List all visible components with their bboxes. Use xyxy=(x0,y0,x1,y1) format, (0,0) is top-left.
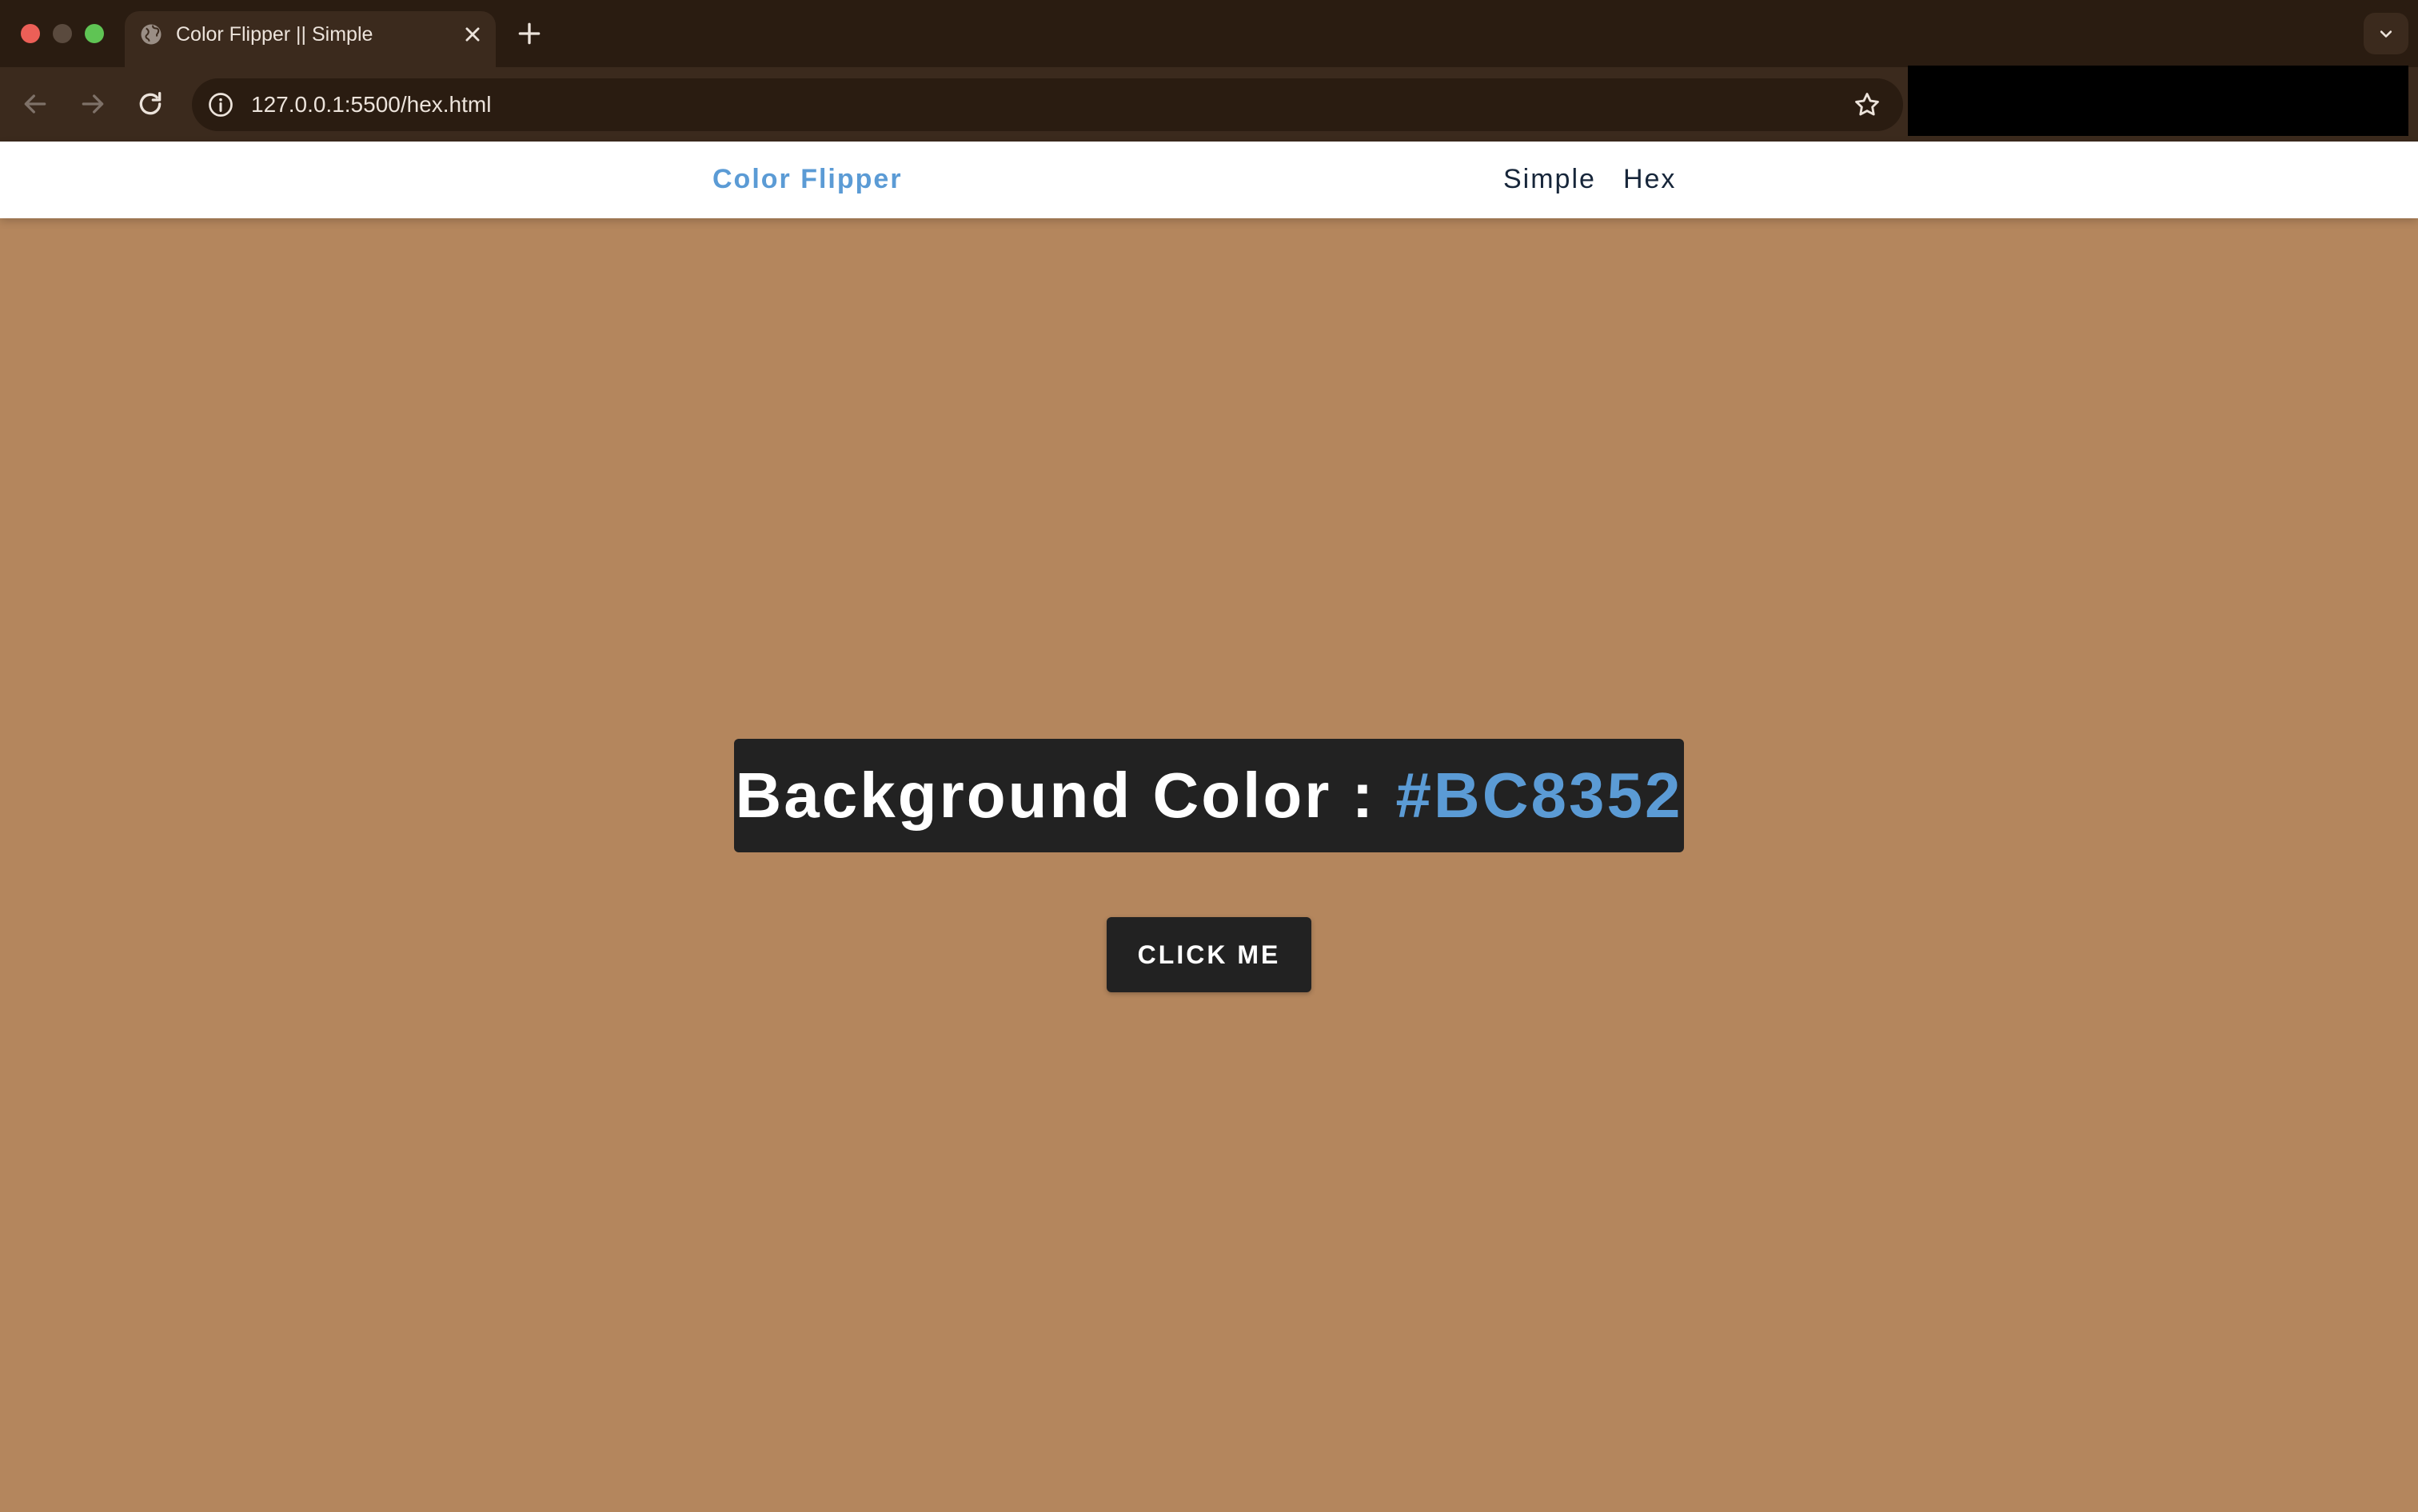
nav-link-hex[interactable]: Hex xyxy=(1623,163,1676,195)
minimize-window-button[interactable] xyxy=(53,24,72,43)
color-display: Background Color : #BC8352 xyxy=(734,739,1684,852)
nav-link-simple[interactable]: Simple xyxy=(1503,163,1596,195)
maximize-window-button[interactable] xyxy=(85,24,104,43)
browser-tab[interactable]: Color Flipper || Simple xyxy=(125,11,496,67)
chevron-down-icon xyxy=(2380,30,2392,38)
address-bar[interactable]: 127.0.0.1:5500/hex.html xyxy=(192,78,1903,131)
tab-title: Color Flipper || Simple xyxy=(176,23,373,46)
globe-icon xyxy=(141,24,162,45)
nav-links: Simple Hex xyxy=(1503,163,1676,195)
close-icon[interactable] xyxy=(459,21,486,48)
redacted-area xyxy=(1908,66,2408,136)
url-text[interactable]: 127.0.0.1:5500/hex.html xyxy=(251,91,491,118)
tab-search-button[interactable] xyxy=(2364,13,2408,54)
reload-icon[interactable] xyxy=(134,88,166,120)
background-color-heading: Background Color : #BC8352 xyxy=(736,759,1683,832)
plus-icon[interactable] xyxy=(513,18,545,50)
browser-chrome: Color Flipper || Simple 127.0.0.1:5500/h… xyxy=(0,0,2418,142)
brand-logo[interactable]: Color Flipper xyxy=(712,163,903,195)
close-window-button[interactable] xyxy=(21,24,40,43)
heading-label: Background Color : xyxy=(735,760,1396,831)
tab-strip: Color Flipper || Simple xyxy=(0,0,2418,67)
click-me-button[interactable]: CLICK ME xyxy=(1107,917,1311,992)
info-icon[interactable] xyxy=(206,90,235,119)
forward-arrow-icon[interactable] xyxy=(77,88,109,120)
site-navbar: Color Flipper Simple Hex xyxy=(0,142,2418,218)
star-icon[interactable] xyxy=(1852,90,1882,120)
back-arrow-icon[interactable] xyxy=(19,88,51,120)
color-value: #BC8352 xyxy=(1395,760,1683,831)
